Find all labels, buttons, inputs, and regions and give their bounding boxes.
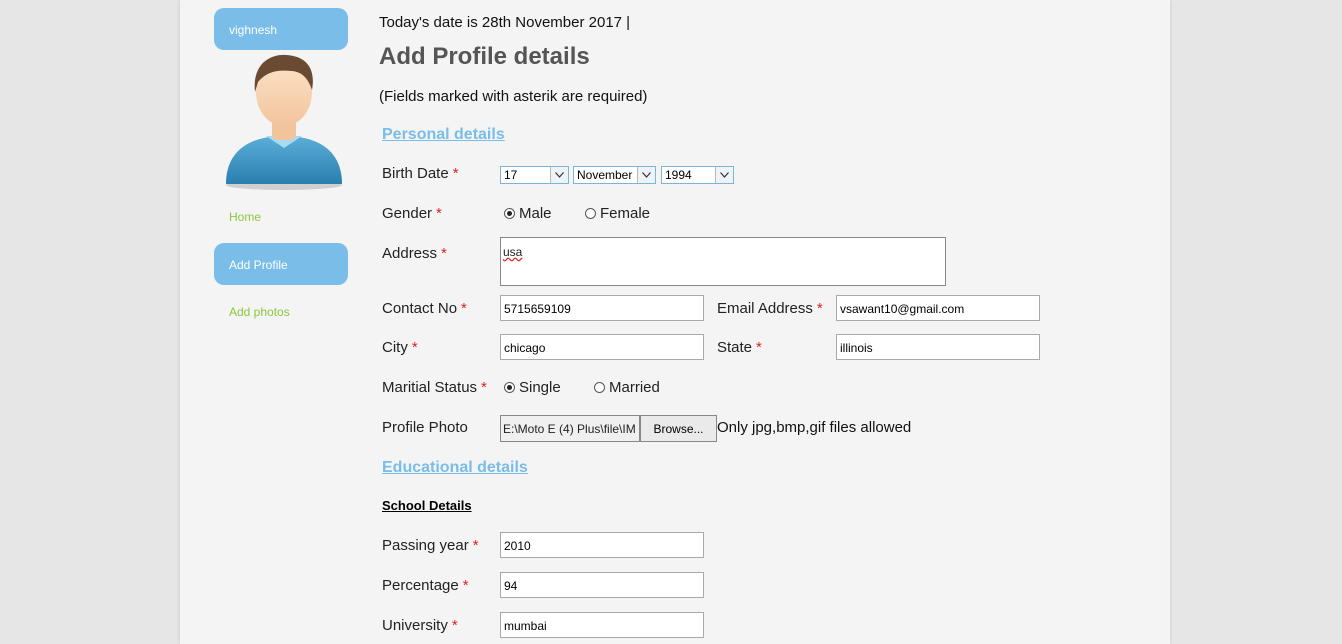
chevron-down-icon [715,167,733,183]
city-label: City * [382,339,418,356]
radio-checked-icon[interactable] [504,382,515,393]
university-input[interactable]: mumbai [500,612,704,638]
gender-male-radio[interactable]: Male [504,205,552,222]
email-label: Email Address * [717,300,823,317]
marital-married-radio[interactable]: Married [594,379,660,396]
personal-details-heading: Personal details [382,126,505,143]
state-input[interactable]: illinois [836,334,1040,360]
gender-female-radio[interactable]: Female [585,205,650,222]
photo-file-path[interactable]: E:\Moto E (4) Plus\file\IM [500,415,640,442]
date-line: Today's date is 28th November 2017 | [379,14,631,31]
nav-add-profile[interactable]: Add Profile [214,243,348,285]
contact-input[interactable]: 5715659109 [500,295,704,321]
percentage-input[interactable]: 94 [500,572,704,598]
address-label: Address * [382,245,447,262]
chevron-down-icon [550,167,568,183]
nav-home-link[interactable]: Home [229,210,261,224]
birth-year-select[interactable]: 1994 [661,166,734,184]
browse-button[interactable]: Browse... [640,415,717,442]
username-badge: vighnesh [214,8,348,50]
page-title: Add Profile details [379,43,590,70]
university-label: University * [382,617,458,634]
city-input[interactable]: chicago [500,334,704,360]
marital-single-radio[interactable]: Single [504,379,561,396]
educational-details-heading: Educational details [382,459,528,476]
birth-day-select[interactable]: 17 [500,166,569,184]
nav-add-photos-link[interactable]: Add photos [229,305,290,319]
birth-date-label: Birth Date * [382,165,459,182]
radio-unchecked-icon[interactable] [585,208,596,219]
passing-year-input[interactable]: 2010 [500,532,704,558]
email-input[interactable]: vsawant10@gmail.com [836,295,1040,321]
radio-checked-icon[interactable] [504,208,515,219]
chevron-down-icon [637,167,655,183]
contact-label: Contact No * [382,300,467,317]
birth-month-select[interactable]: November [573,166,656,184]
avatar-icon [226,54,342,190]
percentage-label: Percentage * [382,577,469,594]
school-details-heading: School Details [382,498,472,513]
address-textarea[interactable]: usa [500,237,946,286]
passing-year-label: Passing year * [382,537,479,554]
profile-photo-label: Profile Photo [382,419,468,436]
state-label: State * [717,339,762,356]
required-note: (Fields marked with asterik are required… [379,88,648,105]
gender-label: Gender * [382,205,442,222]
marital-status-label: Maritial Status * [382,379,487,396]
file-type-hint: Only jpg,bmp,gif files allowed [717,419,912,436]
radio-unchecked-icon[interactable] [594,382,605,393]
